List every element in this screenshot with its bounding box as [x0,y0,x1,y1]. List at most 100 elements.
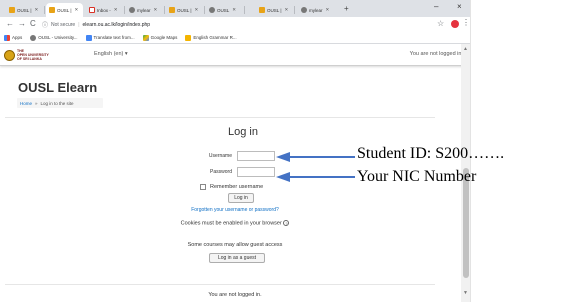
tab-label: OUSL | [267,7,282,13]
tab-label: OUSL | [177,7,192,13]
globe-icon [30,34,37,41]
divider [5,117,435,118]
breadcrumb: Home » Log in to the site [17,98,103,108]
tab-label: mylear [137,7,151,13]
tab-gmail[interactable]: Inbox - ✕ [86,3,123,17]
separator: | [78,21,80,28]
username-field[interactable] [237,151,275,161]
breadcrumb-current: Log in to the site [40,100,74,106]
bookmark-ousl[interactable]: OUSL - University... [30,34,78,41]
guest-access-note: Some courses may allow guest access [187,242,283,248]
globe-favicon-icon [209,7,215,13]
close-icon[interactable]: ✕ [75,7,79,13]
login-heading: Log in [228,126,258,138]
moodle-favicon-icon [301,7,307,13]
ousl-favicon-icon [49,7,55,13]
login-button[interactable]: Log in [228,193,254,203]
maps-icon [142,34,149,41]
bookmark-label: OUSL - University... [38,35,78,40]
close-icon[interactable]: ✕ [35,7,39,13]
breadcrumb-home-link[interactable]: Home [20,101,32,106]
security-status: Not secure [51,21,76,28]
reload-button[interactable]: C [30,19,36,28]
gmail-favicon-icon [89,7,95,13]
tab-mylearn-2[interactable]: mylear ✕ [298,3,335,17]
moodle-favicon-icon [129,7,135,13]
browser-toolbar: ← → C ⓘ Not secure | elearn.ou.ac.lk/log… [0,17,470,32]
cookies-notice: Cookies must be enabled in your browser … [150,220,320,226]
logo-line: OF SRI LANKA [17,57,42,61]
tab-divider [124,6,125,14]
url-text[interactable]: elearn.ou.ac.lk/login/index.php [83,22,151,28]
apps-icon [4,34,10,41]
close-icon[interactable]: ✕ [195,7,199,13]
nic-annotation: Your NIC Number [357,168,477,185]
language-menu[interactable]: English (en) ▾ [94,51,128,57]
close-window-button[interactable]: × [457,2,462,11]
remember-checkbox[interactable] [200,184,206,190]
cookies-text: Cookies must be enabled in your browser [180,220,282,227]
ousl-favicon-icon [9,7,15,13]
minimize-button[interactable]: – [434,2,438,11]
tab-ousl-2[interactable]: OUSL | ✕ [166,3,203,17]
info-icon[interactable]: ⓘ [42,20,48,29]
new-tab-button[interactable]: + [344,4,349,13]
bookmark-translate[interactable]: Translate text from... [85,34,135,41]
close-icon[interactable]: ✕ [154,7,158,13]
tab-divider [294,6,295,14]
tab-divider [204,6,205,14]
ousl-favicon-icon [259,7,265,13]
tab-divider [164,6,165,14]
page-title: OUSL Elearn [18,80,98,95]
translate-icon [85,34,92,41]
username-label: Username [208,153,232,159]
password-field[interactable] [237,167,275,177]
ousl-logo[interactable]: THE OPEN UNIVERSITY OF SRI LANKA [4,48,84,62]
close-icon[interactable]: ✕ [285,7,289,13]
tab-divider [44,6,45,14]
back-button[interactable]: ← [6,19,14,28]
breadcrumb-separator: » [35,100,38,106]
tab-divider [244,6,245,14]
ousl-favicon-icon [169,7,175,13]
tab-label: OUSL | [17,7,32,13]
bookmark-label: Apps [12,35,23,40]
guest-login-button[interactable]: Log in as a guest [209,253,265,263]
menu-icon[interactable]: ⋮ [462,18,470,27]
close-icon[interactable]: ✕ [232,7,236,13]
forgot-password-link[interactable]: Forgotten your username or password? [150,207,320,213]
tab-ousl-3[interactable]: OUSL ✕ [206,3,243,17]
password-label: Password [210,169,232,175]
tab-mylearn-1[interactable]: mylear ✕ [126,3,163,17]
close-icon[interactable]: ✕ [326,7,330,13]
bookmark-star-icon[interactable]: ☆ [437,19,444,28]
close-icon[interactable]: ✕ [114,7,118,13]
tab-label: OUSL | [57,7,72,13]
university-seal-icon [4,49,15,61]
login-status: You are not logged in. [409,51,463,57]
site-header: THE OPEN UNIVERSITY OF SRI LANKA English… [0,44,470,66]
forward-button[interactable]: → [18,19,26,28]
bookmark-label: English Grammar R... [193,35,237,40]
tab-ousl-active[interactable]: OUSL | ✕ [46,3,83,17]
scroll-up-arrow-icon[interactable]: ▲ [463,46,468,52]
remember-label: Remember username [210,184,264,190]
student-id-annotation: Student ID: S200……. [357,145,505,162]
bookmark-apps[interactable]: Apps [4,34,23,41]
bookmark-grammar[interactable]: English Grammar R... [185,34,237,41]
remember-username[interactable]: Remember username [200,184,263,190]
tab-label: OUSL [217,7,230,13]
tab-ousl-1[interactable]: OUSL | ✕ [6,3,43,17]
bookmarks-bar: Apps OUSL - University... Translate text… [0,32,470,44]
divider [5,284,435,285]
tab-label: Inbox - [97,7,111,13]
tab-label: mylear [309,7,323,13]
help-icon[interactable]: ? [283,220,290,226]
scroll-down-arrow-icon[interactable]: ▼ [463,290,468,296]
tab-ousl-4[interactable]: OUSL | ✕ [256,3,293,17]
bookmark-label: Translate text from... [93,35,135,40]
bookmark-maps[interactable]: Google Maps [142,34,177,41]
address-bar[interactable]: ⓘ Not secure | elearn.ou.ac.lk/login/ind… [42,19,432,30]
profile-avatar[interactable] [451,20,459,28]
tab-strip: OUSL | ✕ OUSL | ✕ Inbox - ✕ mylear ✕ OUS… [0,0,470,17]
